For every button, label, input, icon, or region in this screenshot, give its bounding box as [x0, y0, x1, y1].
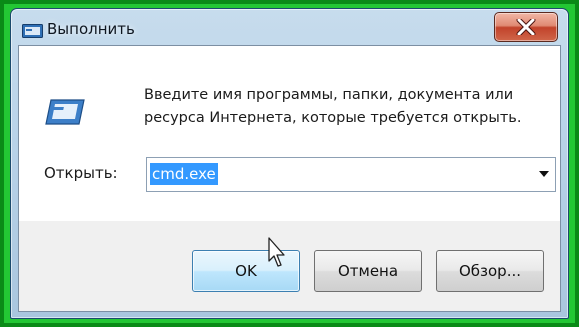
dialog-content-area: [19, 46, 560, 221]
window-title: Выполнить: [47, 20, 135, 38]
mouse-cursor-icon: [268, 237, 288, 273]
run-program-icon: [45, 97, 85, 127]
instructions-line-2: ресурса Интернета, которые требуется отк…: [144, 110, 522, 126]
instructions-line-1: Введите имя программы, папки, документа …: [144, 87, 514, 103]
close-button[interactable]: [494, 12, 558, 42]
run-dialog-window: Выполнить Введите имя программы, папки, …: [10, 8, 569, 319]
cancel-button[interactable]: Отмена: [314, 250, 422, 292]
instructions-text: Введите имя программы, папки, документа …: [144, 84, 544, 130]
close-icon: [516, 19, 536, 35]
open-label: Открыть:: [44, 164, 118, 182]
browse-button[interactable]: Обзор...: [436, 250, 544, 292]
open-combobox[interactable]: cmd.exe: [146, 157, 556, 192]
dialog-body: Введите имя программы, папки, документа …: [18, 45, 561, 312]
chevron-down-icon[interactable]: [539, 171, 549, 177]
run-icon: [22, 23, 43, 38]
title-bar[interactable]: Выполнить: [11, 9, 568, 45]
open-input[interactable]: cmd.exe: [150, 163, 218, 185]
